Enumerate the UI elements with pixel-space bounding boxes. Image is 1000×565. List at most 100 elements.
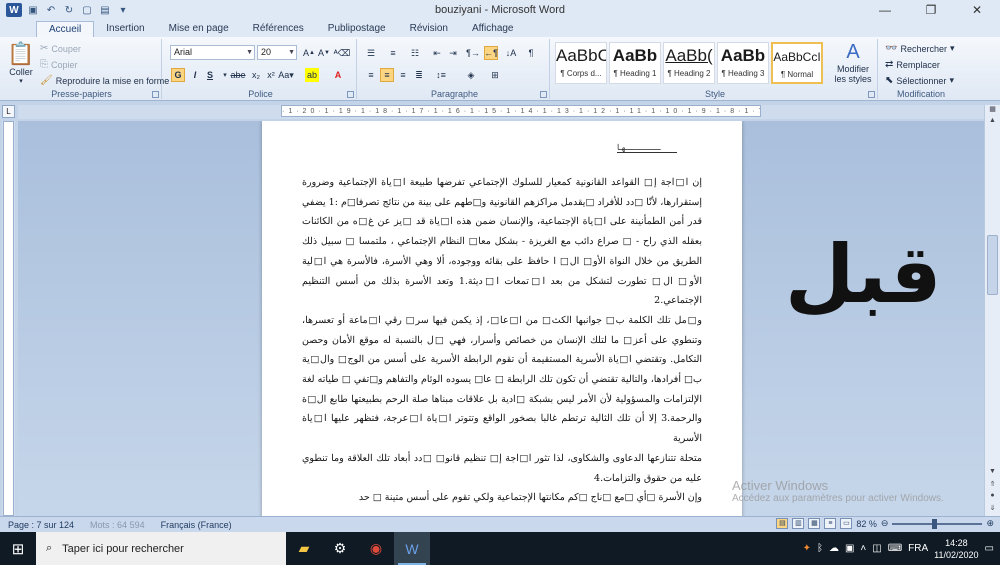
- bluetooth-icon[interactable]: ᛒ: [817, 543, 823, 554]
- replace-button[interactable]: ⇄ Remplacer: [885, 59, 940, 70]
- underline-icon[interactable]: S: [203, 68, 217, 82]
- onedrive-icon[interactable]: ☁: [829, 543, 839, 554]
- previous-page-icon[interactable]: ⇑: [985, 480, 1000, 492]
- numbering-icon[interactable]: ≡: [386, 46, 400, 60]
- save-icon[interactable]: ▣: [26, 3, 40, 17]
- grow-font-icon[interactable]: A ▲: [302, 46, 316, 60]
- customize-toolbar-icon[interactable]: ▾: [116, 3, 130, 17]
- rtl-direction-icon[interactable]: ←¶: [484, 46, 498, 60]
- paragraph-launcher-icon[interactable]: [540, 91, 547, 98]
- tab-references[interactable]: Références: [241, 21, 316, 37]
- page-count[interactable]: Page : 7 sur 124: [0, 520, 82, 530]
- multilevel-list-icon[interactable]: ☷: [408, 46, 422, 60]
- language-status[interactable]: Français (France): [153, 520, 240, 530]
- tab-publipostage[interactable]: Publipostage: [316, 21, 398, 37]
- word-count[interactable]: Mots : 64 594: [82, 520, 153, 530]
- select-button[interactable]: ⬉ Sélectionner ▾: [885, 75, 954, 86]
- chevron-down-icon[interactable]: ▼: [246, 46, 253, 59]
- bold-icon[interactable]: G: [171, 68, 185, 82]
- font-launcher-icon[interactable]: [347, 91, 354, 98]
- scrollbar-thumb[interactable]: [987, 235, 998, 295]
- minimize-button[interactable]: —: [862, 0, 908, 20]
- security-icon[interactable]: ▣: [845, 543, 854, 554]
- undo-icon[interactable]: ↶: [44, 3, 58, 17]
- subscript-icon[interactable]: x₂: [249, 68, 263, 82]
- tab-insertion[interactable]: Insertion: [94, 21, 156, 37]
- ruler-toggle-icon[interactable]: ▦: [985, 105, 1000, 117]
- font-name-combo[interactable]: Arial ▼: [170, 45, 255, 60]
- find-button[interactable]: 👓 Rechercher ▾: [885, 43, 955, 54]
- show-formatting-icon[interactable]: ¶: [524, 46, 538, 60]
- taskbar-search[interactable]: ⌕ Taper ici pour rechercher: [36, 532, 286, 565]
- word-taskbar-icon[interactable]: W: [394, 532, 430, 565]
- clock[interactable]: 14:28 11/02/2020: [934, 537, 978, 561]
- change-case-icon[interactable]: Aa▾: [278, 68, 294, 82]
- outline-view-icon[interactable]: ≡: [824, 518, 837, 529]
- paste-button[interactable]: 📋 Coller ▾: [5, 41, 37, 85]
- file-explorer-icon[interactable]: ▰: [286, 532, 322, 565]
- ltr-direction-icon[interactable]: ¶→: [466, 46, 480, 60]
- format-painter-button[interactable]: 🖌 Reproduire la mise en forme: [40, 75, 169, 86]
- font-color-icon[interactable]: A: [331, 68, 345, 82]
- document-body[interactable]: إن ا□اجة إ□ القواعد القانونية كمعيار للس…: [302, 173, 702, 508]
- bullets-icon[interactable]: ☰: [364, 46, 378, 60]
- style-normal[interactable]: AaBbCcI ¶ Normal: [771, 42, 823, 84]
- chrome-icon[interactable]: ◉: [358, 532, 394, 565]
- align-right-icon[interactable]: ≡: [396, 68, 410, 82]
- strikethrough-icon[interactable]: abe: [230, 68, 245, 82]
- notification-icon[interactable]: ▭: [985, 543, 994, 554]
- browse-object-icon[interactable]: ●: [985, 492, 1000, 504]
- borders-icon[interactable]: ⊞: [488, 68, 502, 82]
- vertical-scrollbar[interactable]: ▦ ▲ ▼ ⇑ ● ⇓: [984, 105, 1000, 516]
- horizontal-ruler[interactable]: ·1·20·1·19·1·18·1·17·1·16·1·15·1·14·1·13…: [18, 105, 984, 119]
- scroll-up-icon[interactable]: ▲: [985, 117, 1000, 129]
- italic-icon[interactable]: I: [188, 68, 202, 82]
- open-folder-icon[interactable]: ▤: [98, 3, 112, 17]
- shrink-font-icon[interactable]: A ▼: [317, 46, 331, 60]
- input-language[interactable]: FRA: [908, 543, 928, 554]
- redo-icon[interactable]: ↻: [62, 3, 76, 17]
- style-heading-2[interactable]: AaBb( ¶ Heading 2: [663, 42, 715, 84]
- zoom-slider[interactable]: [892, 518, 983, 529]
- tab-revision[interactable]: Révision: [398, 21, 460, 37]
- new-document-icon[interactable]: ▢: [80, 3, 94, 17]
- scroll-down-icon[interactable]: ▼: [985, 468, 1000, 480]
- tab-accueil[interactable]: Accueil: [36, 21, 95, 37]
- shading-icon[interactable]: ◈: [464, 68, 478, 82]
- vertical-ruler[interactable]: [2, 121, 15, 516]
- chevron-up-icon[interactable]: ˄: [860, 543, 866, 554]
- styles-launcher-icon[interactable]: [868, 91, 875, 98]
- zoom-out-icon[interactable]: ⊖: [881, 518, 889, 529]
- document-page[interactable]: ـــــــــــــــهـا إن ا□اجة إ□ القواعد ا…: [262, 121, 742, 516]
- draft-view-icon[interactable]: ▭: [840, 518, 853, 529]
- tab-selector-icon[interactable]: L: [2, 105, 15, 118]
- settings-gear-icon[interactable]: ⚙: [322, 532, 358, 565]
- decrease-indent-icon[interactable]: ⇤: [430, 46, 444, 60]
- chevron-down-icon[interactable]: ▼: [288, 46, 295, 59]
- line-spacing-icon[interactable]: ↕≡: [434, 68, 448, 82]
- align-left-icon[interactable]: ≡: [364, 68, 378, 82]
- increase-indent-icon[interactable]: ⇥: [446, 46, 460, 60]
- app-tray-icon[interactable]: ✦: [803, 543, 811, 554]
- align-center-icon[interactable]: ≡: [380, 68, 394, 82]
- style-heading-3[interactable]: AaBb ¶ Heading 3: [717, 42, 769, 84]
- tab-affichage[interactable]: Affichage: [460, 21, 526, 37]
- paste-dropdown-icon[interactable]: ▾: [5, 77, 37, 85]
- copy-button[interactable]: ⎘ Copier: [40, 59, 78, 70]
- word-logo-icon[interactable]: W: [6, 3, 22, 17]
- tab-mise-en-page[interactable]: Mise en page: [157, 21, 241, 37]
- zoom-slider-knob[interactable]: [932, 518, 938, 529]
- clipboard-launcher-icon[interactable]: [152, 91, 159, 98]
- print-layout-icon[interactable]: ▤: [776, 518, 789, 529]
- windows-start-icon[interactable]: ⊞: [0, 532, 36, 565]
- keyboard-icon[interactable]: ⌨: [888, 543, 902, 554]
- sort-icon[interactable]: ↓A: [504, 46, 518, 60]
- justify-icon[interactable]: ≣: [412, 68, 426, 82]
- maximize-button[interactable]: ❐: [908, 0, 954, 20]
- font-size-combo[interactable]: 20 ▼: [257, 45, 297, 60]
- superscript-icon[interactable]: x²: [264, 68, 278, 82]
- cut-button[interactable]: ✂ Couper: [40, 43, 81, 54]
- zoom-in-icon[interactable]: ⊕: [986, 518, 994, 529]
- clear-formatting-icon[interactable]: ᴬ⌫: [334, 46, 351, 60]
- network-icon[interactable]: ◫: [872, 543, 881, 554]
